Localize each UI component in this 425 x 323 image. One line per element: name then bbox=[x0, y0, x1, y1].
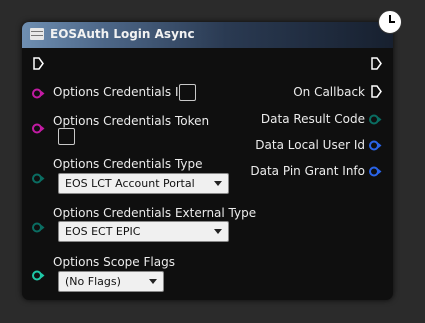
pin-grant-info-label: Data Pin Grant Info bbox=[250, 164, 365, 178]
local-user-id-pin[interactable] bbox=[369, 140, 382, 151]
chevron-down-icon bbox=[214, 181, 222, 186]
external-type-pin[interactable] bbox=[32, 222, 45, 233]
local-user-id-label: Data Local User Id bbox=[255, 138, 365, 152]
credentials-id-pin[interactable] bbox=[32, 88, 45, 99]
credentials-type-pin[interactable] bbox=[32, 173, 45, 184]
node-title: EOSAuth Login Async bbox=[50, 27, 195, 41]
blueprint-node[interactable]: EOSAuth Login Async Options Credentials … bbox=[22, 22, 393, 300]
scope-flags-dropdown[interactable]: (No Flags) bbox=[58, 271, 164, 292]
external-type-value: EOS ECT EPIC bbox=[65, 225, 141, 238]
latent-clock-icon bbox=[378, 10, 402, 34]
node-header[interactable]: EOSAuth Login Async bbox=[22, 22, 393, 48]
pin-grant-info-pin[interactable] bbox=[369, 166, 382, 177]
chevron-down-icon bbox=[149, 279, 157, 284]
exec-in-pin[interactable] bbox=[33, 57, 44, 70]
result-code-pin[interactable] bbox=[369, 114, 382, 125]
chevron-down-icon bbox=[214, 229, 222, 234]
external-type-label: Options Credentials External Type bbox=[53, 206, 257, 220]
credentials-type-label: Options Credentials Type bbox=[53, 157, 203, 171]
credentials-type-value: EOS LCT Account Portal bbox=[65, 177, 195, 190]
credentials-token-label: Options Credentials Token bbox=[53, 114, 210, 128]
scope-flags-label: Options Scope Flags bbox=[53, 255, 175, 269]
external-type-dropdown[interactable]: EOS ECT EPIC bbox=[58, 221, 229, 242]
on-callback-label: On Callback bbox=[293, 85, 365, 99]
credentials-id-label: Options Credentials ID bbox=[53, 85, 188, 99]
scope-flags-value: (No Flags) bbox=[65, 275, 121, 288]
exec-out-pin[interactable] bbox=[371, 57, 382, 70]
on-callback-exec-pin[interactable] bbox=[371, 85, 382, 98]
credentials-id-checkbox[interactable] bbox=[179, 84, 196, 101]
function-icon bbox=[30, 28, 44, 40]
credentials-token-pin[interactable] bbox=[32, 123, 45, 134]
credentials-token-checkbox[interactable] bbox=[58, 128, 75, 145]
scope-flags-pin[interactable] bbox=[32, 270, 45, 281]
result-code-label: Data Result Code bbox=[260, 112, 365, 126]
credentials-type-dropdown[interactable]: EOS LCT Account Portal bbox=[58, 173, 229, 194]
